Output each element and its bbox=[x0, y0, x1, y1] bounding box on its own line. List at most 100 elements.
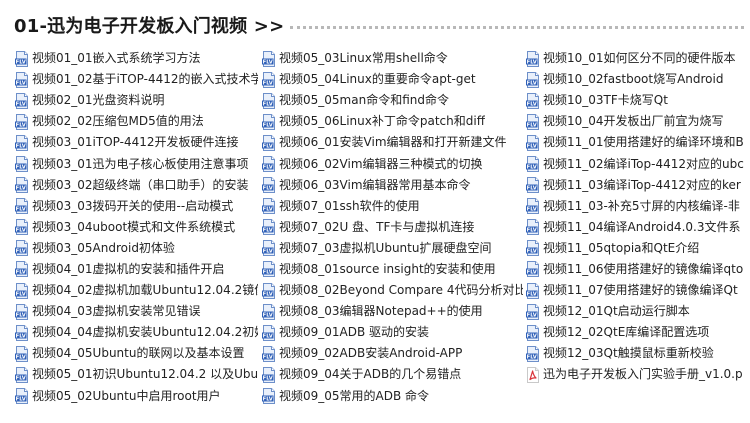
flv-file-icon: FLV bbox=[525, 303, 541, 320]
file-name: 视频03_02超级终端（串口助手）的安装 bbox=[32, 177, 249, 192]
file-name: 视频09_04关于ADB的几个易错点 bbox=[279, 367, 462, 382]
file-item[interactable]: FLV 视频11_03-补充5寸屏的内核编译-非 bbox=[525, 196, 750, 217]
file-item[interactable]: FLV 视频09_05常用的ADB 命令 bbox=[261, 386, 523, 407]
file-name: 视频05_04Linux的重要命令apt-get bbox=[279, 72, 476, 87]
file-item[interactable]: FLV 视频04_04虚拟机安装Ubuntu12.04.2初始 bbox=[14, 322, 258, 343]
file-name: 视频11_01使用搭建好的编译环境和B bbox=[543, 135, 744, 150]
file-item[interactable]: FLV 视频11_01使用搭建好的编译环境和B bbox=[525, 132, 750, 153]
file-item[interactable]: FLV 视频11_07使用搭建好的镜像编译Qt bbox=[525, 280, 750, 301]
svg-text:FLV: FLV bbox=[527, 144, 537, 150]
file-item[interactable]: FLV 视频06_01安装Vim编辑器和打开新建文件 bbox=[261, 132, 523, 153]
file-item[interactable]: FLV 视频07_01ssh软件的使用 bbox=[261, 196, 523, 217]
flv-file-icon: FLV bbox=[525, 345, 541, 362]
file-item[interactable]: FLV 视频10_01如何区分不同的硬件版本 bbox=[525, 48, 750, 69]
svg-text:FLV: FLV bbox=[16, 270, 26, 276]
flv-file-icon: FLV bbox=[14, 50, 30, 67]
file-name: 视频03_04uboot模式和文件系统模式 bbox=[32, 219, 236, 234]
svg-text:FLV: FLV bbox=[527, 186, 537, 192]
file-item[interactable]: FLV 视频04_03虚拟机安装常见错误 bbox=[14, 301, 258, 322]
file-column-1: FLV 视频01_01嵌入式系统学习方法 FLV 视频01_02基于iTOP-4412… bbox=[14, 48, 258, 407]
flv-file-icon: FLV bbox=[14, 156, 30, 173]
file-item[interactable]: FLV 视频06_02Vim编辑器三种模式的切换 bbox=[261, 153, 523, 174]
file-item[interactable]: FLV 视频09_01ADB 驱动的安装 bbox=[261, 322, 523, 343]
file-name: 视频01_01嵌入式系统学习方法 bbox=[32, 51, 201, 66]
file-name: 视频05_01初识Ubuntu12.04.2 以及Ubu bbox=[32, 367, 258, 382]
pdf-file-icon bbox=[525, 366, 541, 383]
flv-file-icon: FLV bbox=[261, 388, 277, 405]
svg-text:FLV: FLV bbox=[527, 228, 537, 234]
file-item[interactable]: FLV 视频03_02超级终端（串口助手）的安装 bbox=[14, 175, 258, 196]
file-item[interactable]: 迅为电子开发板入门实验手册_v1.0.p bbox=[525, 364, 750, 385]
file-item[interactable]: FLV 视频06_03Vim编辑器常用基本命令 bbox=[261, 175, 523, 196]
file-item[interactable]: FLV 视频05_04Linux的重要命令apt-get bbox=[261, 69, 523, 90]
file-name: 视频03_03拨码开关的使用--启动模式 bbox=[32, 198, 234, 213]
file-item[interactable]: FLV 视频02_01光盘资料说明 bbox=[14, 90, 258, 111]
file-item[interactable]: FLV 视频09_02ADB安装Android-APP bbox=[261, 343, 523, 364]
svg-text:FLV: FLV bbox=[263, 249, 273, 255]
file-item[interactable]: FLV 视频03_03拨码开关的使用--启动模式 bbox=[14, 196, 258, 217]
file-item[interactable]: FLV 视频01_01嵌入式系统学习方法 bbox=[14, 48, 258, 69]
file-name: 视频11_07使用搭建好的镜像编译Qt bbox=[543, 283, 738, 298]
file-item[interactable]: FLV 视频03_04uboot模式和文件系统模式 bbox=[14, 217, 258, 238]
file-item[interactable]: FLV 视频04_01虚拟机的安装和插件开启 bbox=[14, 259, 258, 280]
file-name: 视频05_03Linux常用shell命令 bbox=[279, 51, 448, 66]
folder-header: 01-迅为电子开发板入门视频 >> bbox=[14, 10, 744, 40]
flv-file-icon: FLV bbox=[14, 71, 30, 88]
file-name: 视频11_02编译iTop-4412对应的ubc bbox=[543, 156, 744, 171]
svg-text:FLV: FLV bbox=[263, 80, 273, 86]
flv-file-icon: FLV bbox=[525, 219, 541, 236]
file-item[interactable]: FLV 视频11_04编译Android4.0.3文件系 bbox=[525, 217, 750, 238]
svg-text:FLV: FLV bbox=[527, 207, 537, 213]
flv-file-icon: FLV bbox=[261, 92, 277, 109]
file-name: 视频09_02ADB安装Android-APP bbox=[279, 346, 463, 361]
file-item[interactable]: FLV 视频10_03TF卡烧写Qt bbox=[525, 90, 750, 111]
file-item[interactable]: FLV 视频09_04关于ADB的几个易错点 bbox=[261, 364, 523, 385]
file-item[interactable]: FLV 视频10_04开发板出厂前宜为烧写 bbox=[525, 111, 750, 132]
file-item[interactable]: FLV 视频11_05qtopia和QtE介绍 bbox=[525, 238, 750, 259]
svg-text:FLV: FLV bbox=[263, 397, 273, 403]
flv-file-icon: FLV bbox=[14, 324, 30, 341]
flv-file-icon: FLV bbox=[525, 261, 541, 278]
svg-text:FLV: FLV bbox=[16, 376, 26, 382]
file-item[interactable]: FLV 视频05_03Linux常用shell命令 bbox=[261, 48, 523, 69]
file-item[interactable]: FLV 视频03_01iTOP-4412开发板硬件连接 bbox=[14, 132, 258, 153]
file-item[interactable]: FLV 视频05_05man命令和find命令 bbox=[261, 90, 523, 111]
file-item[interactable]: FLV 视频02_02压缩包MD5值的用法 bbox=[14, 111, 258, 132]
file-name: 视频10_04开发板出厂前宜为烧写 bbox=[543, 114, 724, 129]
file-item[interactable]: FLV 视频08_02Beyond Compare 4代码分析对比 bbox=[261, 280, 523, 301]
file-name: 视频03_01迅为电子核心板使用注意事项 bbox=[32, 156, 249, 171]
svg-text:FLV: FLV bbox=[527, 122, 537, 128]
flv-file-icon: FLV bbox=[525, 324, 541, 341]
svg-text:FLV: FLV bbox=[527, 354, 537, 360]
file-item[interactable]: FLV 视频12_01Qt启动运行脚本 bbox=[525, 301, 750, 322]
file-name: 视频06_01安装Vim编辑器和打开新建文件 bbox=[279, 135, 507, 150]
file-item[interactable]: FLV 视频07_02U 盘、TF卡与虚拟机连接 bbox=[261, 217, 523, 238]
file-name: 视频05_05man命令和find命令 bbox=[279, 93, 449, 108]
file-item[interactable]: FLV 视频11_02编译iTop-4412对应的ubc bbox=[525, 153, 750, 174]
file-item[interactable]: FLV 视频03_01迅为电子核心板使用注意事项 bbox=[14, 153, 258, 174]
file-item[interactable]: FLV 视频08_01source insight的安装和使用 bbox=[261, 259, 523, 280]
file-item[interactable]: FLV 视频10_02fastboot烧写Android bbox=[525, 69, 750, 90]
file-name: 视频07_01ssh软件的使用 bbox=[279, 198, 420, 213]
file-item[interactable]: FLV 视频11_06使用搭建好的镜像编译qto bbox=[525, 259, 750, 280]
svg-text:FLV: FLV bbox=[263, 333, 273, 339]
svg-text:FLV: FLV bbox=[263, 228, 273, 234]
file-item[interactable]: FLV 视频12_02QtE库编译配置选项 bbox=[525, 322, 750, 343]
file-item[interactable]: FLV 视频04_02虚拟机加载Ubuntu12.04.2镜像 bbox=[14, 280, 258, 301]
file-item[interactable]: FLV 视频01_02基于iTOP-4412的嵌入式技术学 bbox=[14, 69, 258, 90]
file-name: 视频12_03Qt触摸鼠标重新校验 bbox=[543, 346, 714, 361]
file-name: 视频04_04虚拟机安装Ubuntu12.04.2初始 bbox=[32, 325, 258, 340]
file-item[interactable]: FLV 视频08_03编辑器Notepad++的使用 bbox=[261, 301, 523, 322]
svg-text:FLV: FLV bbox=[16, 144, 26, 150]
svg-text:FLV: FLV bbox=[16, 165, 26, 171]
file-item[interactable]: FLV 视频12_03Qt触摸鼠标重新校验 bbox=[525, 343, 750, 364]
file-item[interactable]: FLV 视频03_05Android初体验 bbox=[14, 238, 258, 259]
file-item[interactable]: FLV 视频05_01初识Ubuntu12.04.2 以及Ubu bbox=[14, 364, 258, 385]
file-item[interactable]: FLV 视频07_03虚拟机Ubuntu扩展硬盘空间 bbox=[261, 238, 523, 259]
file-item[interactable]: FLV 视频05_06Linux补丁命令patch和diff bbox=[261, 111, 523, 132]
file-item[interactable]: FLV 视频05_02Ubuntu中启用root用户 bbox=[14, 386, 258, 407]
flv-file-icon: FLV bbox=[261, 282, 277, 299]
file-item[interactable]: FLV 视频11_03编译iTop-4412对应的ker bbox=[525, 175, 750, 196]
file-name: 视频01_02基于iTOP-4412的嵌入式技术学 bbox=[32, 72, 258, 87]
file-item[interactable]: FLV 视频04_05Ubuntu的联网以及基本设置 bbox=[14, 343, 258, 364]
